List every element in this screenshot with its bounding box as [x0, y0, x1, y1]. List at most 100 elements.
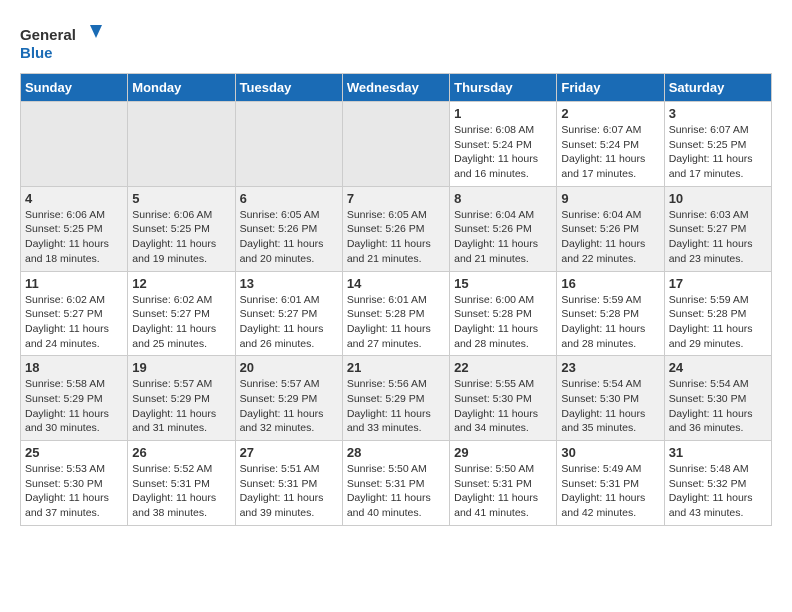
day-cell: 20 Sunrise: 5:57 AMSunset: 5:29 PMDayligh… — [235, 356, 342, 441]
day-cell: 2Sunrise: 6:07 AMSunset: 5:24 PMDaylight… — [557, 102, 664, 187]
day-cell: 16 Sunrise: 5:59 AMSunset: 5:28 PMDayligh… — [557, 271, 664, 356]
logo: General Blue — [20, 20, 110, 65]
day-number: 28 — [347, 445, 445, 460]
logo-svg: General Blue — [20, 20, 110, 65]
day-number: 31 — [669, 445, 767, 460]
day-info: Sunrise: 6:01 AMSunset: 5:27 PMDaylight:… — [240, 293, 338, 352]
day-info: Sunrise: 6:03 AMSunset: 5:27 PMDaylight:… — [669, 208, 767, 267]
day-info: Sunrise: 5:59 AMSunset: 5:28 PMDaylight:… — [669, 293, 767, 352]
day-cell: 1 Sunrise: 6:08 AMSunset: 5:24 PMDaylight… — [450, 102, 557, 187]
day-cell: 27 Sunrise: 5:51 AMSunset: 5:31 PMDayligh… — [235, 441, 342, 526]
day-info: Sunrise: 5:52 AMSunset: 5:31 PMDaylight:… — [132, 462, 230, 521]
header-cell-tuesday: Tuesday — [235, 74, 342, 102]
day-info: Sunrise: 5:58 AMSunset: 5:29 PMDaylight:… — [25, 377, 123, 436]
day-info: Sunrise: 6:07 AMSunset: 5:25 PMDaylight:… — [669, 123, 767, 182]
day-number: 9 — [561, 191, 659, 206]
day-info: Sunrise: 6:01 AMSunset: 5:28 PMDaylight:… — [347, 293, 445, 352]
day-cell: 10 Sunrise: 6:03 AMSunset: 5:27 PMDayligh… — [664, 186, 771, 271]
header-cell-friday: Friday — [557, 74, 664, 102]
day-info: Sunrise: 5:55 AMSunset: 5:30 PMDaylight:… — [454, 377, 552, 436]
day-cell: 11 Sunrise: 6:02 AMSunset: 5:27 PMDayligh… — [21, 271, 128, 356]
svg-text:Blue: Blue — [20, 45, 53, 62]
day-info: Sunrise: 6:00 AMSunset: 5:28 PMDaylight:… — [454, 293, 552, 352]
day-number: 7 — [347, 191, 445, 206]
day-info: Sunrise: 5:49 AMSunset: 5:31 PMDaylight:… — [561, 462, 659, 521]
day-number: 5 — [132, 191, 230, 206]
day-cell: 22 Sunrise: 5:55 AMSunset: 5:30 PMDayligh… — [450, 356, 557, 441]
day-number: 3 — [669, 106, 767, 121]
day-info: Sunrise: 6:06 AMSunset: 5:25 PMDaylight:… — [25, 208, 123, 267]
day-cell: 9 Sunrise: 6:04 AMSunset: 5:26 PMDaylight… — [557, 186, 664, 271]
week-row-2: 4 Sunrise: 6:06 AMSunset: 5:25 PMDaylight… — [21, 186, 772, 271]
day-info: Sunrise: 6:06 AMSunset: 5:25 PMDaylight:… — [132, 208, 230, 267]
day-cell: 25Sunrise: 5:53 AMSunset: 5:30 PMDayligh… — [21, 441, 128, 526]
day-info: Sunrise: 5:53 AMSunset: 5:30 PMDaylight:… — [25, 462, 123, 521]
day-cell: 17 Sunrise: 5:59 AMSunset: 5:28 PMDayligh… — [664, 271, 771, 356]
calendar-header-row: SundayMondayTuesdayWednesdayThursdayFrid… — [21, 74, 772, 102]
day-cell: 4 Sunrise: 6:06 AMSunset: 5:25 PMDaylight… — [21, 186, 128, 271]
day-info: Sunrise: 5:50 AMSunset: 5:31 PMDaylight:… — [454, 462, 552, 521]
day-number: 8 — [454, 191, 552, 206]
day-cell: 5 Sunrise: 6:06 AMSunset: 5:25 PMDaylight… — [128, 186, 235, 271]
day-number: 4 — [25, 191, 123, 206]
day-cell — [235, 102, 342, 187]
day-info: Sunrise: 5:59 AMSunset: 5:28 PMDaylight:… — [561, 293, 659, 352]
day-number: 1 — [454, 106, 552, 121]
day-number: 24 — [669, 360, 767, 375]
day-number: 29 — [454, 445, 552, 460]
day-number: 27 — [240, 445, 338, 460]
day-info: Sunrise: 6:02 AMSunset: 5:27 PMDaylight:… — [25, 293, 123, 352]
day-cell: 31 Sunrise: 5:48 AMSunset: 5:32 PMDayligh… — [664, 441, 771, 526]
day-cell: 18 Sunrise: 5:58 AMSunset: 5:29 PMDayligh… — [21, 356, 128, 441]
week-row-3: 11 Sunrise: 6:02 AMSunset: 5:27 PMDayligh… — [21, 271, 772, 356]
day-number: 10 — [669, 191, 767, 206]
header-cell-sunday: Sunday — [21, 74, 128, 102]
day-info: Sunrise: 6:08 AMSunset: 5:24 PMDaylight:… — [454, 123, 552, 182]
day-number: 18 — [25, 360, 123, 375]
day-cell — [21, 102, 128, 187]
day-number: 14 — [347, 276, 445, 291]
svg-text:General: General — [20, 27, 76, 44]
day-cell: 3 Sunrise: 6:07 AMSunset: 5:25 PMDaylight… — [664, 102, 771, 187]
day-number: 20 — [240, 360, 338, 375]
day-info: Sunrise: 5:48 AMSunset: 5:32 PMDaylight:… — [669, 462, 767, 521]
week-row-5: 25Sunrise: 5:53 AMSunset: 5:30 PMDayligh… — [21, 441, 772, 526]
day-info: Sunrise: 6:05 AMSunset: 5:26 PMDaylight:… — [240, 208, 338, 267]
day-number: 23 — [561, 360, 659, 375]
day-cell: 13Sunrise: 6:01 AMSunset: 5:27 PMDayligh… — [235, 271, 342, 356]
day-number: 16 — [561, 276, 659, 291]
day-number: 30 — [561, 445, 659, 460]
day-info: Sunrise: 6:02 AMSunset: 5:27 PMDaylight:… — [132, 293, 230, 352]
day-cell — [342, 102, 449, 187]
day-info: Sunrise: 5:57 AMSunset: 5:29 PMDaylight:… — [240, 377, 338, 436]
header-cell-monday: Monday — [128, 74, 235, 102]
day-cell: 12 Sunrise: 6:02 AMSunset: 5:27 PMDayligh… — [128, 271, 235, 356]
day-cell: 26 Sunrise: 5:52 AMSunset: 5:31 PMDayligh… — [128, 441, 235, 526]
week-row-4: 18 Sunrise: 5:58 AMSunset: 5:29 PMDayligh… — [21, 356, 772, 441]
day-cell: 21Sunrise: 5:56 AMSunset: 5:29 PMDayligh… — [342, 356, 449, 441]
header-cell-saturday: Saturday — [664, 74, 771, 102]
day-number: 21 — [347, 360, 445, 375]
day-number: 19 — [132, 360, 230, 375]
day-cell — [128, 102, 235, 187]
day-cell: 30 Sunrise: 5:49 AMSunset: 5:31 PMDayligh… — [557, 441, 664, 526]
day-info: Sunrise: 5:51 AMSunset: 5:31 PMDaylight:… — [240, 462, 338, 521]
day-number: 15 — [454, 276, 552, 291]
day-number: 6 — [240, 191, 338, 206]
day-info: Sunrise: 6:05 AMSunset: 5:26 PMDaylight:… — [347, 208, 445, 267]
day-number: 22 — [454, 360, 552, 375]
day-number: 17 — [669, 276, 767, 291]
day-number: 2 — [561, 106, 659, 121]
day-info: Sunrise: 5:57 AMSunset: 5:29 PMDaylight:… — [132, 377, 230, 436]
day-info: Sunrise: 6:04 AMSunset: 5:26 PMDaylight:… — [561, 208, 659, 267]
day-cell: 24Sunrise: 5:54 AMSunset: 5:30 PMDayligh… — [664, 356, 771, 441]
day-number: 11 — [25, 276, 123, 291]
day-number: 12 — [132, 276, 230, 291]
day-cell: 7 Sunrise: 6:05 AMSunset: 5:26 PMDaylight… — [342, 186, 449, 271]
day-cell: 14 Sunrise: 6:01 AMSunset: 5:28 PMDayligh… — [342, 271, 449, 356]
header-cell-thursday: Thursday — [450, 74, 557, 102]
calendar-table: SundayMondayTuesdayWednesdayThursdayFrid… — [20, 73, 772, 526]
day-number: 26 — [132, 445, 230, 460]
day-info: Sunrise: 5:50 AMSunset: 5:31 PMDaylight:… — [347, 462, 445, 521]
day-cell: 28 Sunrise: 5:50 AMSunset: 5:31 PMDayligh… — [342, 441, 449, 526]
